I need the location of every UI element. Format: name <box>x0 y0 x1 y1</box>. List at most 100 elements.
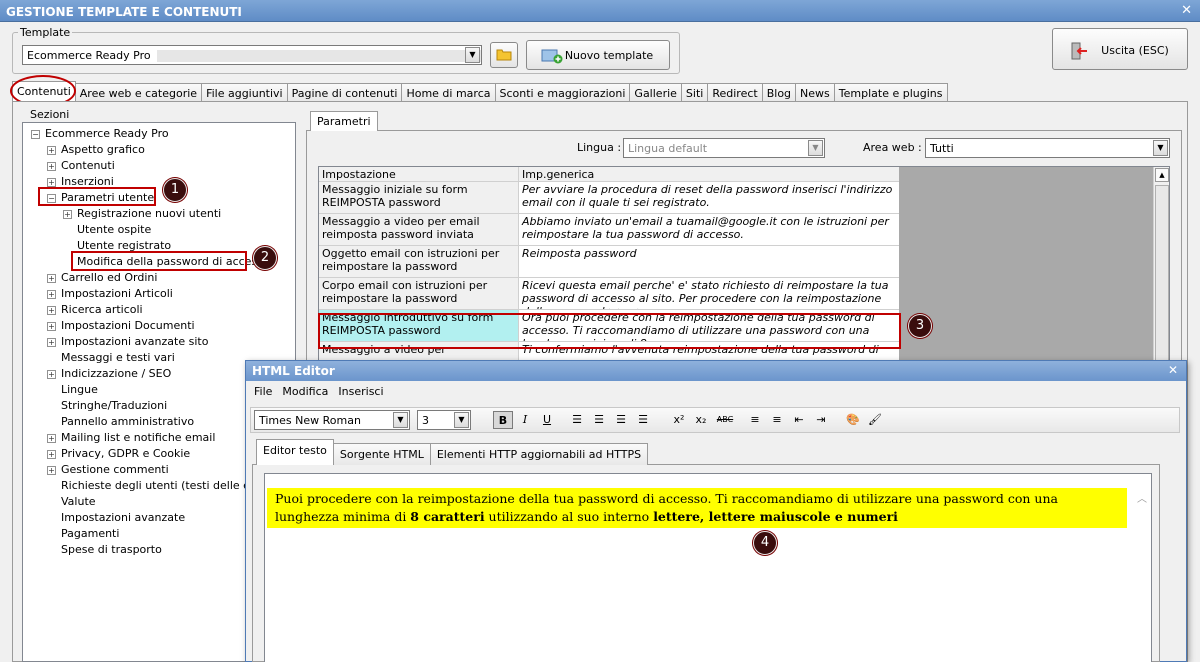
tree-item[interactable]: + Impostazioni Documenti <box>47 318 195 334</box>
tab-news[interactable]: News <box>795 83 835 102</box>
tree-item[interactable]: Impostazioni avanzate <box>61 510 185 526</box>
tree-item[interactable]: + Indicizzazione / SEO <box>47 366 171 382</box>
tree-item[interactable]: Messaggi e testi vari <box>61 350 175 366</box>
chevron-up-icon[interactable]: ︿ <box>1137 490 1149 505</box>
tab-aree-web[interactable]: Aree web e categorie <box>74 83 203 102</box>
align-center-icon[interactable]: ☰ <box>589 411 609 429</box>
tree-item[interactable]: − Ecommerce Ready Pro <box>31 126 169 142</box>
tree-item[interactable]: + Ricerca articoli <box>47 302 143 318</box>
align-right-icon[interactable]: ☰ <box>611 411 631 429</box>
size-select[interactable]: 3 ▼ <box>417 410 471 430</box>
expand-icon[interactable]: + <box>47 449 56 459</box>
expand-icon[interactable]: + <box>47 273 56 283</box>
strikethrough-icon[interactable]: ABC <box>715 411 735 429</box>
ordered-list-icon[interactable]: ≡ <box>745 411 765 429</box>
scroll-thumb[interactable] <box>1155 185 1169 365</box>
tree-item[interactable]: Pannello amministrativo <box>61 414 194 430</box>
tab-file-aggiuntivi[interactable]: File aggiuntivi <box>201 83 288 102</box>
tree-item[interactable]: Lingue <box>61 382 98 398</box>
table-row[interactable]: Messaggio iniziale su form REIMPOSTA pas… <box>319 182 899 214</box>
scroll-up-icon[interactable]: ▲ <box>1155 168 1169 182</box>
tab-elementi-http[interactable]: Elementi HTTP aggiornabili ad HTTPS <box>429 443 649 465</box>
tree-item[interactable]: Spese di trasporto <box>61 542 162 558</box>
lingua-select[interactable]: Lingua default ▼ <box>623 138 825 158</box>
expand-icon[interactable]: + <box>47 433 56 443</box>
tab-template-plugins[interactable]: Template e plugins <box>833 83 948 102</box>
bold-button[interactable]: B <box>493 411 513 429</box>
new-template-button[interactable]: Nuovo template <box>526 40 670 70</box>
grid-scrollbar[interactable]: ▲ <box>1153 167 1169 365</box>
tree-item[interactable]: Utente ospite <box>77 222 151 238</box>
tree-item[interactable]: + Carrello ed Ordini <box>47 270 157 286</box>
tab-pagine-contenuti[interactable]: Pagine di contenuti <box>286 83 403 102</box>
size-value: 3 <box>422 414 429 427</box>
collapse-icon[interactable]: − <box>31 129 40 139</box>
underline-button[interactable]: U <box>537 411 557 429</box>
italic-button[interactable]: I <box>515 411 535 429</box>
chevron-down-icon[interactable]: ▼ <box>808 140 823 156</box>
unordered-list-icon[interactable]: ≡ <box>767 411 787 429</box>
tab-blog[interactable]: Blog <box>761 83 797 102</box>
align-left-icon[interactable]: ☰ <box>567 411 587 429</box>
table-row[interactable]: Oggetto email con istruzioni per reimpos… <box>319 246 899 278</box>
menu-inserisci[interactable]: Inserisci <box>338 385 383 398</box>
tree-item[interactable]: + Privacy, GDPR e Cookie <box>47 446 190 462</box>
superscript-icon[interactable]: x² <box>669 411 689 429</box>
expand-icon[interactable]: + <box>47 369 56 379</box>
tree-item[interactable]: + Gestione commenti <box>47 462 169 478</box>
tree-item[interactable]: + Impostazioni avanzate sito <box>47 334 208 350</box>
tab-sconti[interactable]: Sconti e maggiorazioni <box>494 83 631 102</box>
rich-text-editor[interactable]: Puoi procedere con la reimpostazione del… <box>264 473 1152 662</box>
chevron-down-icon[interactable]: ▼ <box>454 412 469 428</box>
exit-button[interactable]: Uscita (ESC) <box>1052 28 1188 70</box>
callout-1: 1 <box>163 178 187 202</box>
close-icon[interactable]: ✕ <box>1181 3 1192 18</box>
open-folder-button[interactable] <box>490 42 518 68</box>
menu-file[interactable]: File <box>254 385 272 398</box>
tab-gallerie[interactable]: Gallerie <box>629 83 682 102</box>
add-template-icon <box>541 49 563 64</box>
tab-redirect[interactable]: Redirect <box>707 83 763 102</box>
tab-home-marca[interactable]: Home di marca <box>401 83 496 102</box>
chevron-down-icon[interactable]: ▼ <box>465 47 480 63</box>
template-select[interactable]: Ecommerce Ready Pro ▼ <box>22 45 482 65</box>
color-palette-icon[interactable]: 🎨 <box>843 411 863 429</box>
tree-item[interactable]: Pagamenti <box>61 526 119 542</box>
fill-color-icon[interactable]: 🖌 <box>865 411 885 429</box>
callout-4: 4 <box>753 531 777 555</box>
chevron-down-icon[interactable]: ▼ <box>1153 140 1168 156</box>
tree-item[interactable]: Valute <box>61 494 96 510</box>
menu-modifica[interactable]: Modifica <box>282 385 328 398</box>
justify-icon[interactable]: ☰ <box>633 411 653 429</box>
area-web-select[interactable]: Tutti ▼ <box>925 138 1170 158</box>
chevron-down-icon[interactable]: ▼ <box>393 412 408 428</box>
expand-icon[interactable]: + <box>63 209 72 219</box>
tree-item[interactable]: Stringhe/Traduzioni <box>61 398 167 414</box>
font-select[interactable]: Times New Roman ▼ <box>254 410 410 430</box>
expand-icon[interactable]: + <box>47 145 56 155</box>
tab-siti[interactable]: Siti <box>680 83 709 102</box>
tab-sorgente-html[interactable]: Sorgente HTML <box>332 443 431 465</box>
tree-item[interactable]: + Registrazione nuovi utenti <box>63 206 221 222</box>
close-icon[interactable]: ✕ <box>1168 363 1178 377</box>
tab-parametri[interactable]: Parametri <box>310 111 378 131</box>
expand-icon[interactable]: + <box>47 305 56 315</box>
indent-icon[interactable]: ⇥ <box>811 411 831 429</box>
expand-icon[interactable]: + <box>47 289 56 299</box>
outdent-icon[interactable]: ⇤ <box>789 411 809 429</box>
expand-icon[interactable]: + <box>47 337 56 347</box>
tab-editor-testo[interactable]: Editor testo <box>256 439 334 465</box>
subscript-icon[interactable]: x₂ <box>691 411 711 429</box>
expand-icon[interactable]: + <box>47 321 56 331</box>
tree-item[interactable]: + Contenuti <box>47 158 115 174</box>
tree-item[interactable]: + Aspetto grafico <box>47 142 145 158</box>
table-row[interactable]: Messaggio a video per email reimposta pa… <box>319 214 899 246</box>
expand-icon[interactable]: + <box>47 177 56 187</box>
row-setting: Corpo email con istruzioni per reimposta… <box>319 278 519 309</box>
table-row[interactable]: Corpo email con istruzioni per reimposta… <box>319 278 899 310</box>
expand-icon[interactable]: + <box>47 465 56 475</box>
exit-label: Uscita (ESC) <box>1101 44 1169 57</box>
expand-icon[interactable]: + <box>47 161 56 171</box>
tree-item[interactable]: + Mailing list e notifiche email <box>47 430 215 446</box>
tree-item[interactable]: + Impostazioni Articoli <box>47 286 173 302</box>
